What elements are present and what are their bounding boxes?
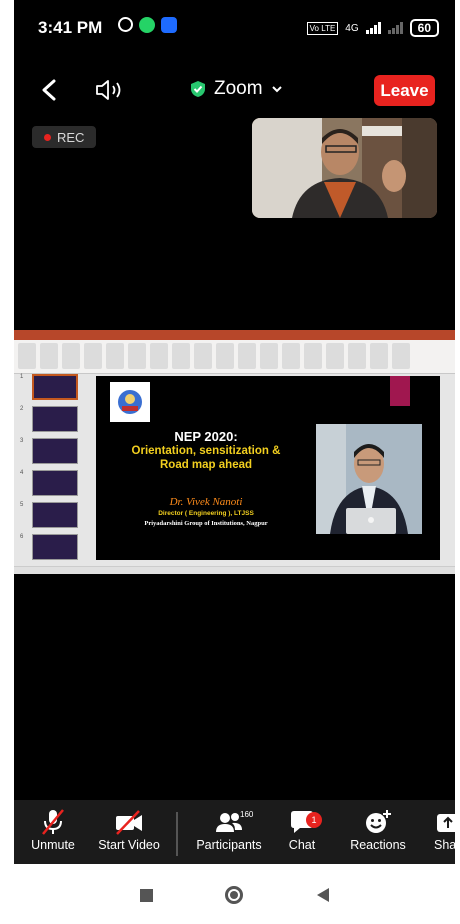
chat-button[interactable]: 1 Chat <box>282 808 322 852</box>
alarm-icon <box>118 17 133 32</box>
slide-number: 1 <box>20 374 24 380</box>
slide-title-line1: NEP 2020: <box>174 429 238 444</box>
slide-number: 4 <box>20 470 24 476</box>
slide-number: 6 <box>20 534 24 540</box>
presenter-photo <box>316 424 422 534</box>
status-time: 3:41 PM <box>38 18 103 37</box>
slide-thumbnail-list: 1 2 3 4 5 6 <box>20 374 78 566</box>
back-arrow-icon[interactable] <box>38 78 60 102</box>
recents-icon[interactable] <box>140 889 153 902</box>
share-button[interactable]: Sha <box>434 808 456 852</box>
reactions-button[interactable]: Reactions <box>348 808 408 852</box>
slide-thumbnail[interactable] <box>32 438 78 464</box>
notification-icons <box>118 17 177 33</box>
home-icon[interactable] <box>225 886 243 904</box>
slide-thumbnail[interactable] <box>32 374 78 400</box>
battery-icon: 60 <box>409 19 439 37</box>
slide-title-line3: Road map ahead <box>159 459 253 471</box>
meeting-toolbar: Unmute Start Video 160 Participants 1 Ch… <box>14 800 456 864</box>
video-off-icon <box>116 810 142 835</box>
presenter-organization: Priyadarshini Group of Institutions, Nag… <box>144 520 268 527</box>
ppt-title-bar <box>14 330 455 340</box>
meeting-top-bar: Zoom Leave <box>14 66 455 114</box>
slide-thumbnail[interactable] <box>32 470 78 496</box>
shared-screen[interactable]: 1 2 3 4 5 6 NEP 2020: Orientation, sensi… <box>14 330 455 574</box>
shield-check-icon <box>191 81 205 97</box>
meeting-title: Zoom <box>214 78 263 99</box>
unmute-button[interactable]: Unmute <box>28 808 78 852</box>
whatsapp-icon <box>139 17 155 33</box>
muted-mic-icon <box>42 809 64 835</box>
current-slide: NEP 2020: Orientation, sensitization & R… <box>96 376 440 560</box>
share-icon <box>437 814 456 832</box>
meeting-title-dropdown[interactable]: Zoom <box>190 78 283 100</box>
chat-label: Chat <box>288 838 316 852</box>
slide-title: NEP 2020: Orientation, sensitization & R… <box>96 430 316 472</box>
share-label: Sha <box>434 838 456 852</box>
slide-number: 3 <box>20 438 24 444</box>
slide-thumbnail[interactable] <box>32 534 78 560</box>
slide-accent <box>390 376 410 406</box>
start-video-button[interactable]: Start Video <box>94 808 164 852</box>
record-dot-icon <box>44 133 51 141</box>
participant-video-thumbnail[interactable] <box>252 118 437 218</box>
slide-thumbnail[interactable] <box>32 502 78 528</box>
status-bar: 3:41 PM Vo LTE 4G 60 <box>14 0 455 52</box>
ppt-status-bar <box>14 566 455 574</box>
volte-icon: Vo LTE <box>306 21 339 35</box>
participant-video-image <box>252 118 437 218</box>
reactions-label: Reactions <box>350 838 406 852</box>
speaker-icon[interactable] <box>94 78 128 102</box>
presenter-name: Dr. Vivek Nanoti <box>169 496 243 508</box>
messages-icon <box>161 17 177 33</box>
system-navigation-bar <box>14 864 455 924</box>
unmute-label: Unmute <box>31 838 75 852</box>
back-icon[interactable] <box>317 888 329 902</box>
ppt-ribbon <box>14 340 455 374</box>
signal-sim2-icon <box>387 22 403 34</box>
chat-unread-badge: 1 <box>306 812 322 828</box>
participants-label: Participants <box>196 838 262 852</box>
slide-title-line2: Orientation, sensitization & <box>131 445 281 457</box>
reactions-icon <box>366 810 391 833</box>
rec-label: REC <box>57 129 85 145</box>
signal-icon <box>365 22 381 34</box>
slide-number: 2 <box>20 406 24 412</box>
participants-count: 160 <box>240 810 254 819</box>
system-icons: Vo LTE 4G 60 <box>306 19 439 37</box>
leave-button[interactable]: Leave <box>374 75 435 106</box>
institution-logo <box>110 382 150 422</box>
participants-button[interactable]: 160 Participants <box>190 808 268 852</box>
presenter-role: Director ( Engineering ), LTJSS <box>158 510 254 517</box>
toolbar-divider <box>176 812 178 856</box>
start-video-label: Start Video <box>98 838 160 852</box>
slide-number: 5 <box>20 502 24 508</box>
slide-thumbnail[interactable] <box>32 406 78 432</box>
network-type: 4G <box>345 22 359 34</box>
chevron-down-icon <box>271 86 282 93</box>
zoom-meeting-screen: 3:41 PM Vo LTE 4G 60 Zoom Leave REC 1 2 … <box>14 0 456 924</box>
recording-indicator: REC <box>32 126 96 148</box>
